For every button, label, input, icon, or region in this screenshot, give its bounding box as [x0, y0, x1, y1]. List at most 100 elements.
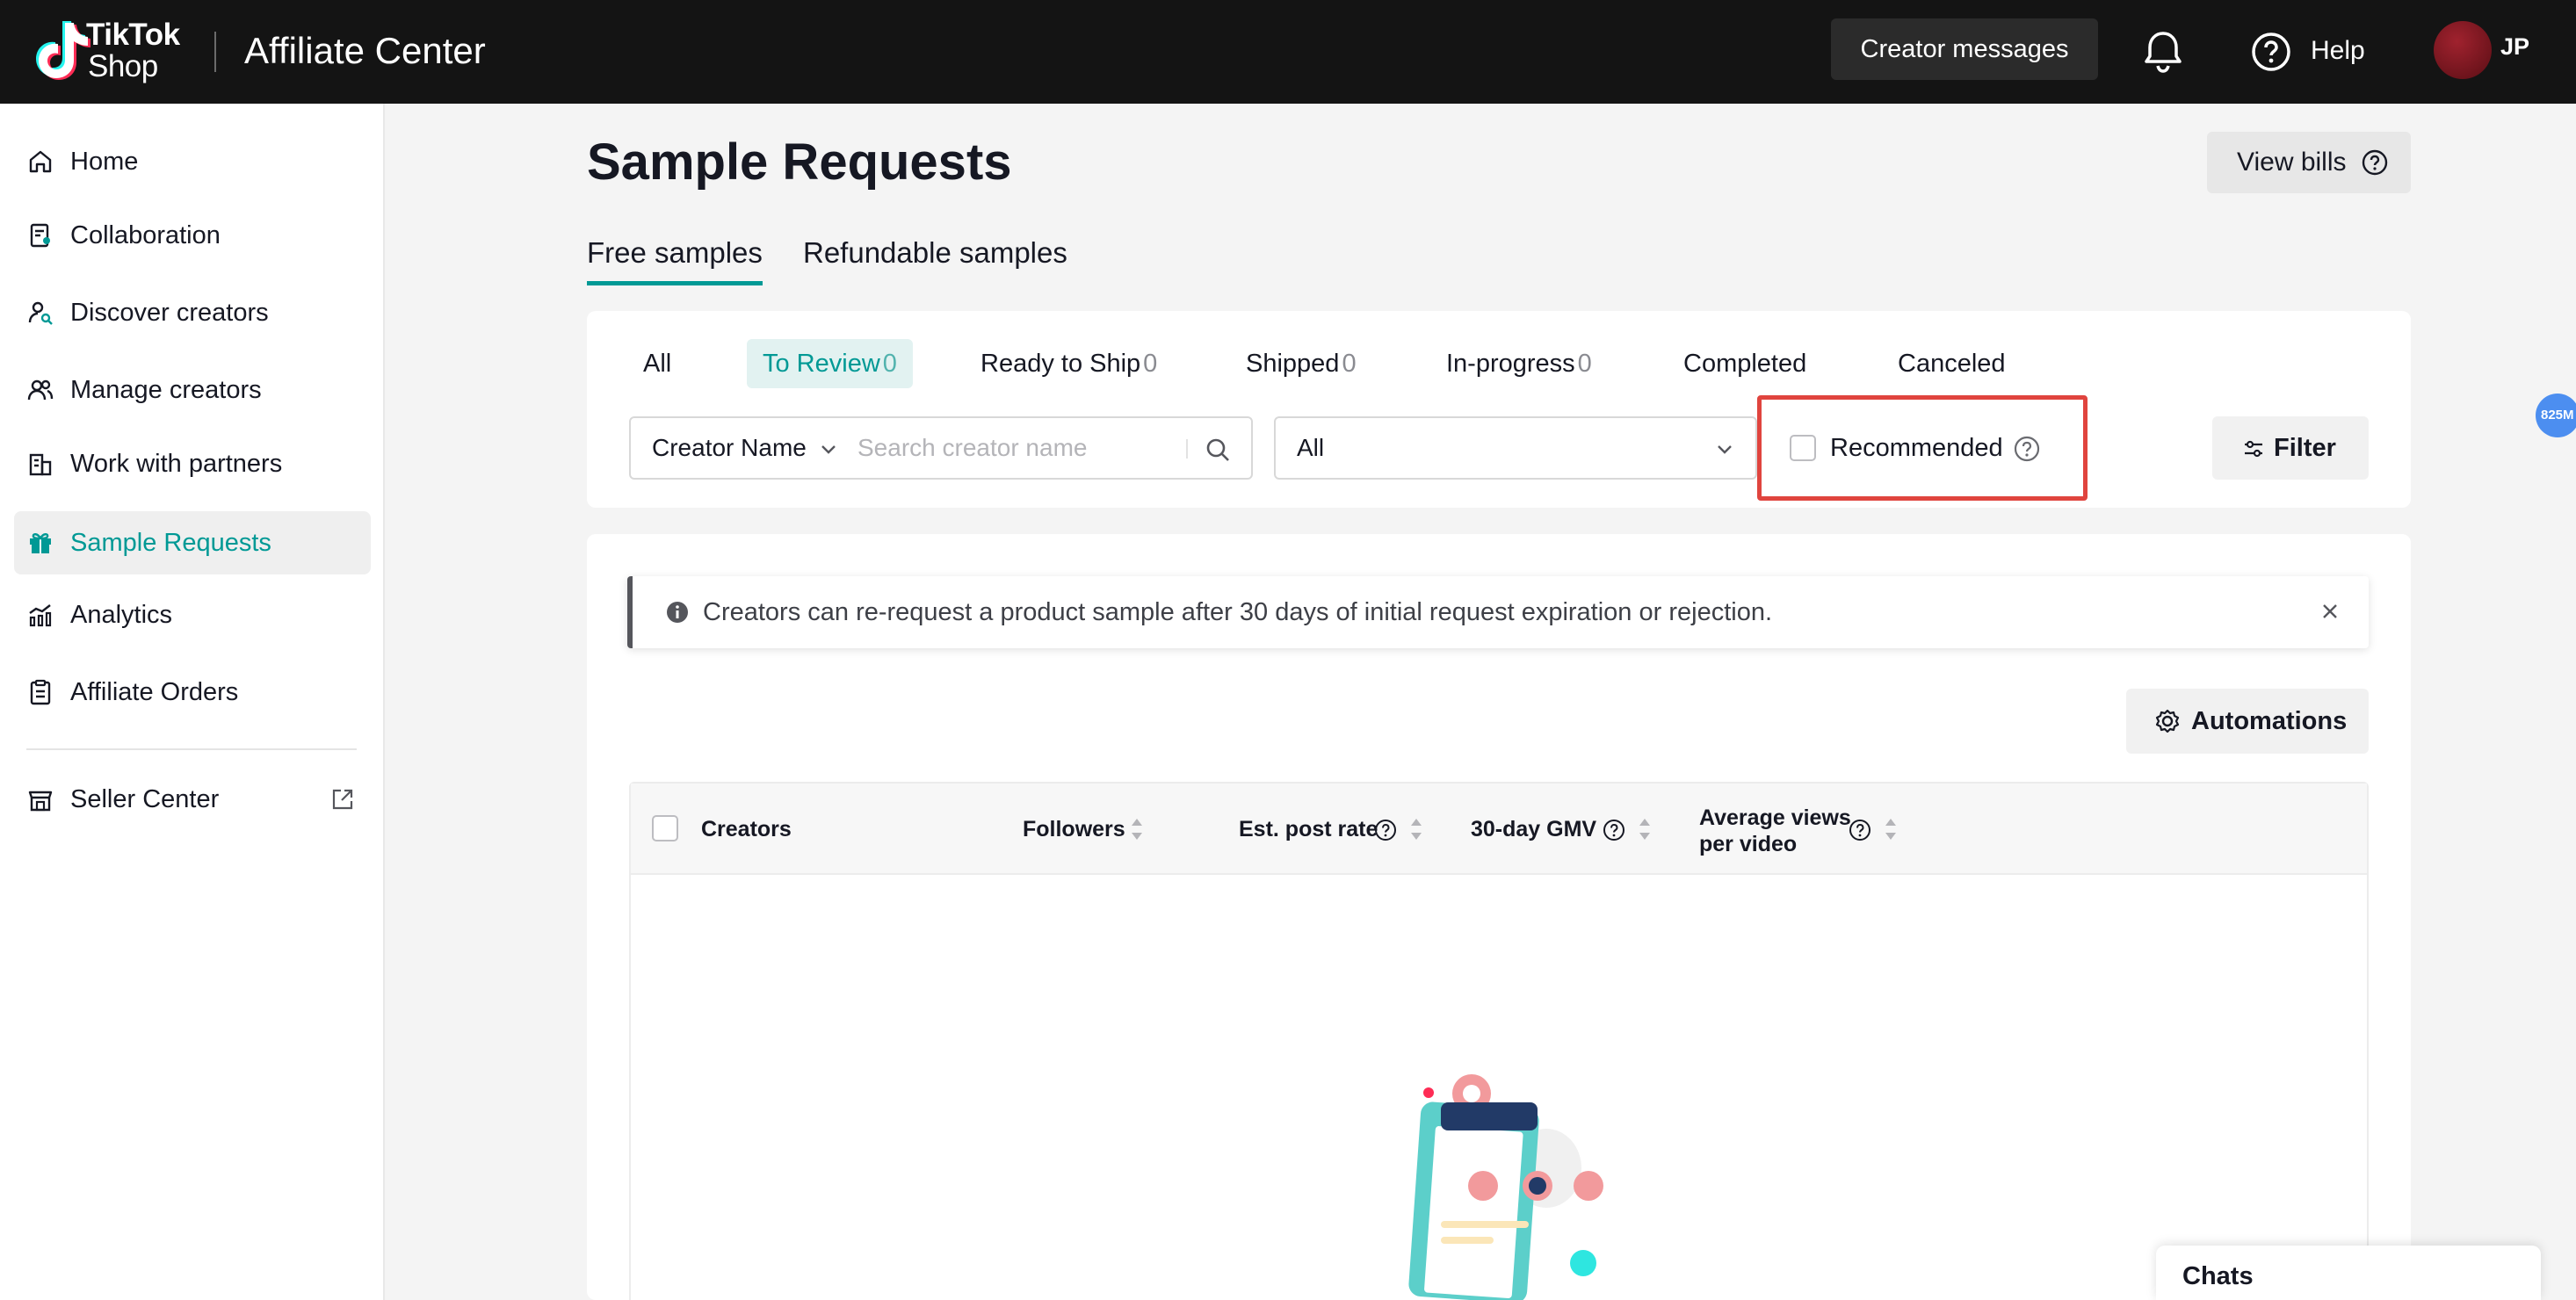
- status-tab-count: 0: [1342, 350, 1357, 378]
- chevron-down-icon[interactable]: [819, 439, 838, 459]
- sidebar-item-home[interactable]: Home: [14, 130, 371, 193]
- brand-line1: TikTok: [86, 18, 180, 52]
- creator-search-group: Creator Name: [629, 416, 1253, 480]
- status-select[interactable]: All: [1274, 416, 1757, 480]
- sort-icon[interactable]: [1409, 817, 1423, 841]
- creator-messages-button[interactable]: Creator messages: [1831, 18, 2098, 80]
- search-divider: [1186, 439, 1188, 459]
- avatar-initials[interactable]: JP: [2500, 33, 2529, 61]
- sidebar-item-label: Discover creators: [70, 299, 269, 327]
- status-tab-completed[interactable]: Completed: [1683, 339, 1806, 388]
- top-bar: TikTok Shop Affiliate Center Creator mes…: [0, 0, 2576, 104]
- tab-free-samples[interactable]: Free samples: [587, 234, 763, 285]
- status-tab-all[interactable]: All: [643, 339, 671, 388]
- status-tab-label: To Review: [763, 350, 880, 378]
- status-tab-label: Ready to Ship: [980, 350, 1141, 378]
- page-title: Sample Requests: [587, 134, 1012, 191]
- automations-button[interactable]: Automations: [2126, 689, 2369, 754]
- header-divider: [214, 32, 216, 72]
- sidebar-item-discover-creators[interactable]: Discover creators: [14, 281, 371, 344]
- sidebar-item-sample-requests[interactable]: Sample Requests: [14, 511, 371, 574]
- column-header-average-views[interactable]: Average views per video: [1699, 805, 1851, 857]
- view-bills-button[interactable]: View bills: [2207, 132, 2411, 193]
- help-icon[interactable]: [1374, 819, 1397, 841]
- tab-refundable-samples[interactable]: Refundable samples: [803, 234, 1067, 272]
- status-tab-shipped[interactable]: Shipped 0: [1246, 339, 1357, 388]
- collaboration-icon: [30, 223, 50, 248]
- recommended-label[interactable]: Recommended: [1830, 428, 2003, 468]
- app-title: Affiliate Center: [244, 30, 486, 71]
- search-field-select[interactable]: Creator Name: [652, 418, 807, 478]
- bell-icon[interactable]: [2140, 28, 2186, 74]
- notice-text: Creators can re-request a product sample…: [703, 598, 1773, 626]
- column-header-30-day-gmv[interactable]: 30-day GMV: [1471, 784, 1596, 875]
- column-header-est-post-rate[interactable]: Est. post rate: [1239, 784, 1378, 875]
- status-tab-label: Canceled: [1898, 350, 2006, 378]
- status-tab-to-review[interactable]: To Review 0: [747, 339, 913, 388]
- sort-icon[interactable]: [1884, 817, 1898, 841]
- sort-icon[interactable]: [1638, 817, 1652, 841]
- sidebar-item-label: Collaboration: [70, 221, 221, 249]
- status-tab-count: 0: [882, 350, 897, 378]
- external-link-icon[interactable]: [330, 787, 355, 812]
- manage-creators-icon: [27, 379, 54, 401]
- sidebar-item-affiliate-orders[interactable]: Affiliate Orders: [14, 661, 371, 724]
- search-input[interactable]: [857, 429, 1147, 467]
- sidebar-item-seller-center[interactable]: Seller Center: [14, 768, 371, 831]
- status-select-value: All: [1297, 434, 1325, 461]
- sidebar-item-analytics[interactable]: Analytics: [14, 583, 371, 646]
- sidebar-item-label: Affiliate Orders: [70, 678, 239, 706]
- empty-state-illustration: [1408, 1074, 1603, 1300]
- status-tab-canceled[interactable]: Canceled: [1898, 339, 2006, 388]
- status-tab-in-progress[interactable]: In-progress 0: [1446, 339, 1592, 388]
- info-icon: [667, 602, 688, 623]
- avatar[interactable]: [2434, 21, 2492, 79]
- filter-button[interactable]: Filter: [2212, 416, 2369, 480]
- help-icon[interactable]: [2013, 435, 2041, 463]
- column-header-creators: Creators: [701, 817, 792, 841]
- column-header-line1: Average views: [1699, 805, 1851, 830]
- gift-icon: [30, 533, 51, 553]
- recommended-checkbox[interactable]: [1790, 435, 1816, 461]
- close-icon[interactable]: [2319, 601, 2341, 622]
- select-all-checkbox[interactable]: [652, 815, 678, 841]
- gear-icon: [2155, 709, 2180, 733]
- sidebar-item-work-with-partners[interactable]: Work with partners: [14, 432, 371, 495]
- home-icon: [29, 150, 52, 173]
- automations-label: Automations: [2191, 707, 2348, 735]
- sidebar-item-label: Analytics: [70, 601, 173, 629]
- floating-badge[interactable]: 825M: [2536, 394, 2576, 437]
- status-tab-count: 0: [1143, 350, 1158, 378]
- sidebar-item-collaboration[interactable]: Collaboration: [14, 204, 371, 267]
- sidebar-item-label: Home: [70, 148, 139, 176]
- filter-label: Filter: [2274, 434, 2336, 462]
- help-icon: [2362, 149, 2388, 176]
- chats-panel[interactable]: Chats: [2156, 1246, 2541, 1300]
- chats-label: Chats: [2182, 1262, 2254, 1290]
- recommended-highlight: Recommended: [1757, 395, 2088, 501]
- help-label: Help: [2311, 36, 2365, 65]
- status-tab-ready-to-ship[interactable]: Ready to Ship 0: [980, 339, 1157, 388]
- chevron-down-icon: [1718, 445, 1732, 454]
- clipboard-icon: [30, 679, 51, 705]
- help-icon[interactable]: [1849, 819, 1871, 841]
- sidebar-item-label: Sample Requests: [70, 529, 271, 557]
- view-bills-label: View bills: [2237, 148, 2347, 177]
- sort-icon[interactable]: [1130, 817, 1144, 841]
- sidebar-divider: [26, 748, 357, 750]
- status-tab-count: 0: [1577, 350, 1592, 378]
- sidebar-item-label: Work with partners: [70, 450, 283, 478]
- brand-line2: Shop: [88, 49, 158, 83]
- brand-name[interactable]: TikTok Shop: [86, 19, 180, 83]
- notice-banner: Creators can re-request a product sample…: [627, 576, 2369, 648]
- search-icon[interactable]: [1204, 436, 1232, 464]
- sidebar-item-label: Seller Center: [70, 785, 220, 813]
- status-tab-label: Completed: [1683, 350, 1807, 378]
- table-header: Creators Followers Est. post rate 30-day…: [631, 784, 2367, 875]
- column-header-followers[interactable]: Followers: [1023, 784, 1125, 875]
- sidebar-item-manage-creators[interactable]: Manage creators: [14, 358, 371, 422]
- partners-icon: [29, 453, 52, 476]
- status-tab-label: In-progress: [1446, 350, 1575, 378]
- column-header-line2: per video: [1699, 832, 1798, 856]
- help-icon[interactable]: [1603, 819, 1625, 841]
